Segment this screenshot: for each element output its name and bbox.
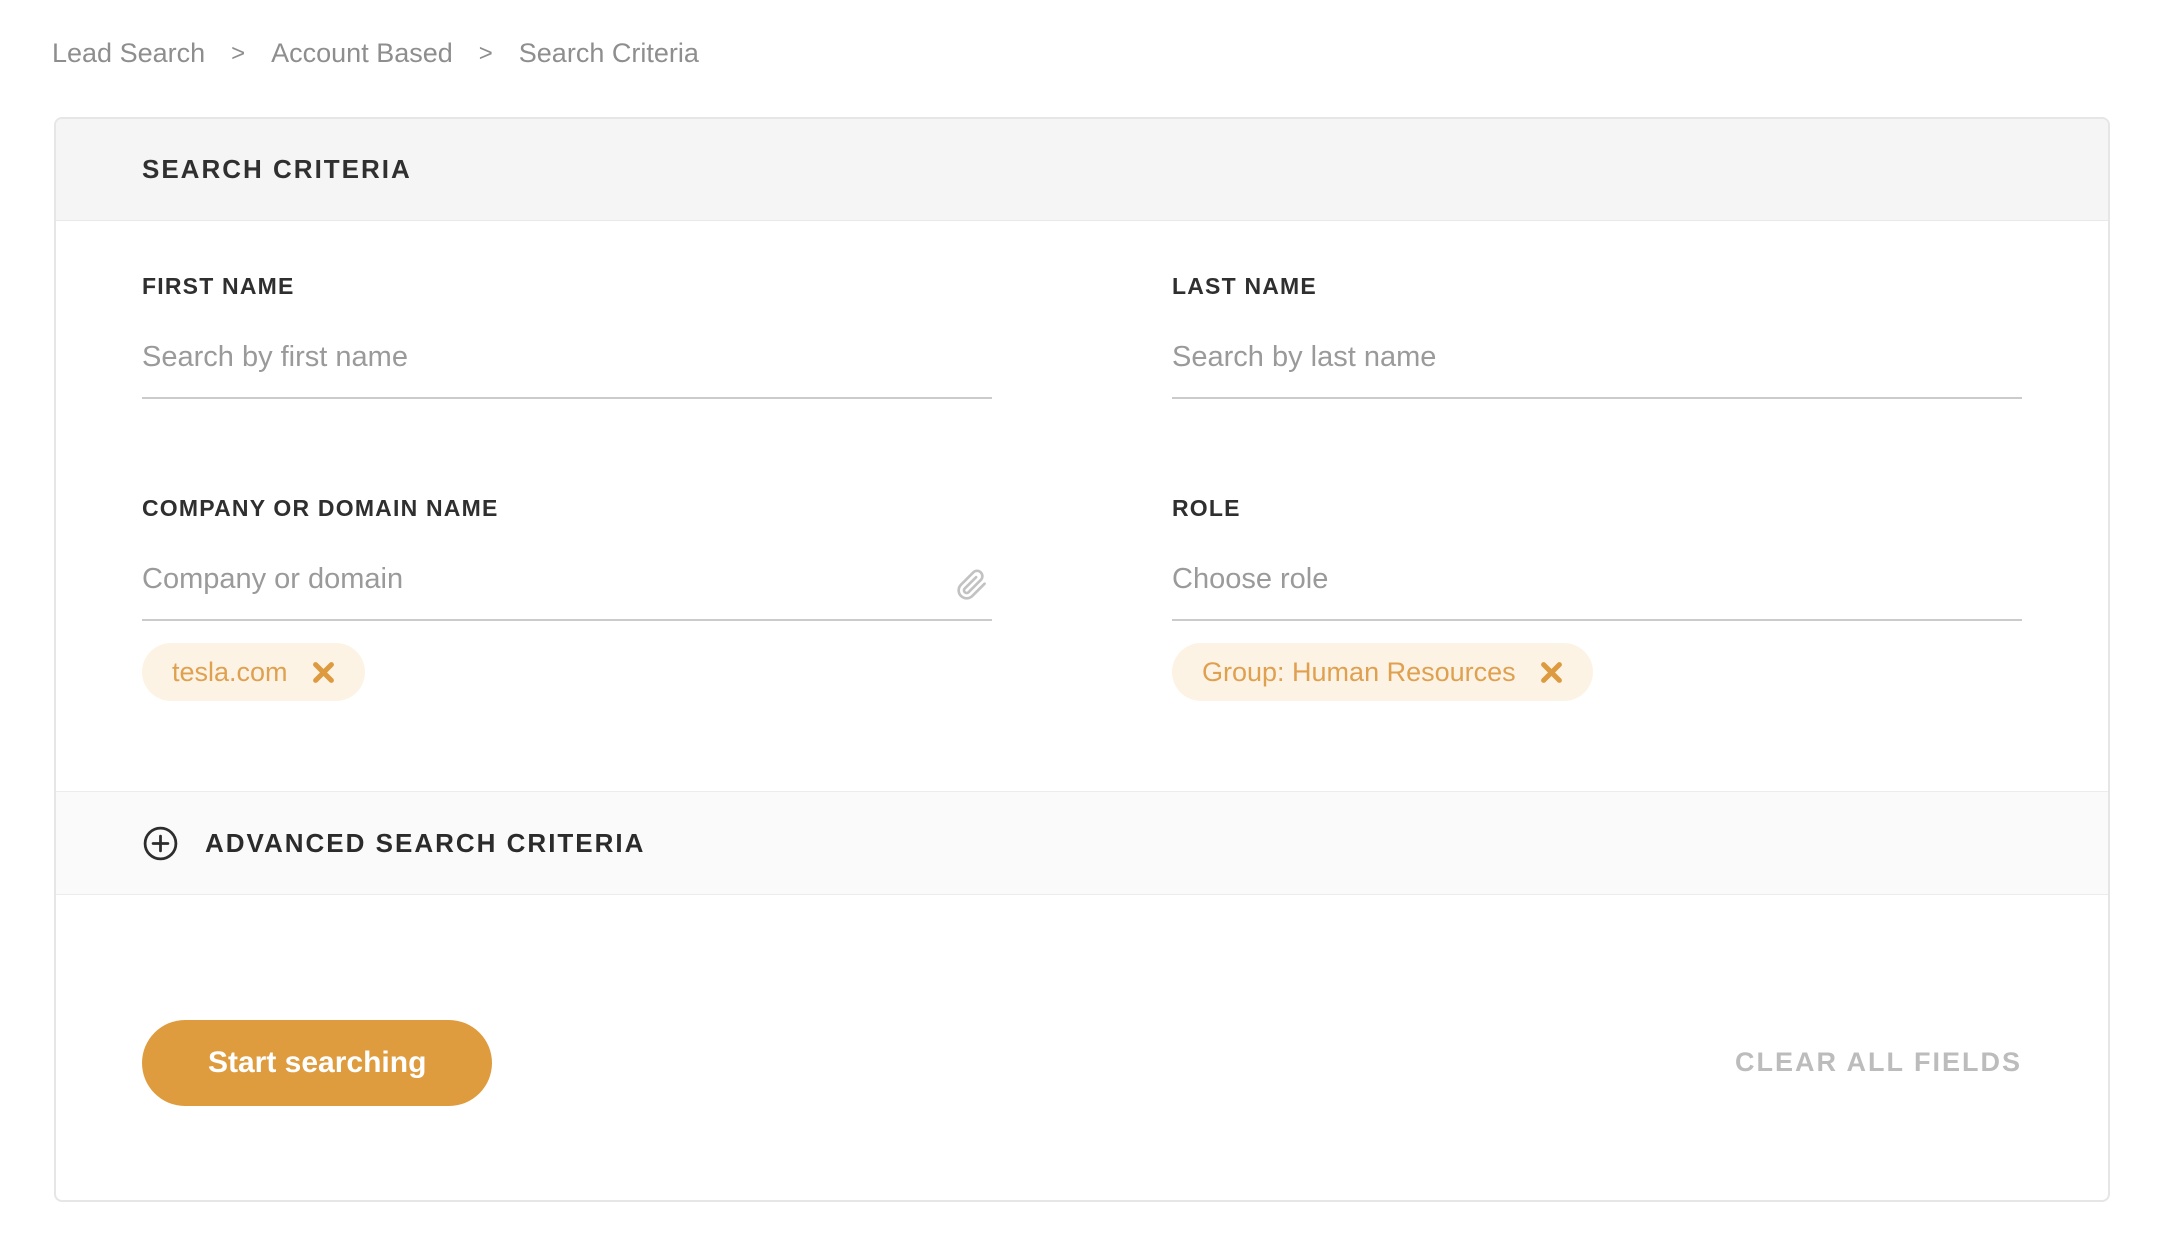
company-field-group: COMPANY OR DOMAIN NAME tesla.com (142, 495, 992, 701)
card-footer: Start searching CLEAR ALL FIELDS (56, 895, 2108, 1200)
company-input-wrap (142, 559, 992, 621)
clear-all-fields-button[interactable]: CLEAR ALL FIELDS (1735, 1047, 2022, 1078)
role-label: ROLE (1172, 495, 1241, 521)
close-icon[interactable] (310, 659, 337, 686)
advanced-search-criteria-toggle[interactable]: ADVANCED SEARCH CRITERIA (56, 791, 2108, 895)
breadcrumb-separator-icon: > (478, 39, 493, 67)
breadcrumb-lead-search[interactable]: Lead Search (52, 38, 205, 69)
first-name-label: FIRST NAME (142, 273, 295, 299)
breadcrumb-search-criteria: Search Criteria (518, 38, 699, 68)
chip-label: Group: Human Resources (1202, 656, 1516, 687)
start-searching-button[interactable]: Start searching (142, 1019, 493, 1106)
first-name-field-group: FIRST NAME (142, 273, 992, 399)
breadcrumb-separator-icon: > (231, 39, 246, 67)
chip-label: tesla.com (172, 656, 288, 687)
role-chips-row: Group: Human Resources (1172, 643, 2022, 701)
company-chip-tesla: tesla.com (142, 643, 365, 701)
last-name-input-wrap (1172, 337, 2022, 399)
role-field-group: ROLE Group: Human Resources (1172, 495, 2022, 701)
role-input-wrap (1172, 559, 2022, 621)
company-label: COMPANY OR DOMAIN NAME (142, 495, 499, 521)
first-name-input[interactable] (142, 337, 992, 377)
search-fields-section: FIRST NAME LAST NAME COMPANY OR DOMAIN N… (56, 221, 2108, 791)
last-name-input[interactable] (1172, 337, 2022, 377)
paperclip-icon[interactable] (956, 569, 988, 601)
card-header: SEARCH CRITERIA (56, 119, 2108, 221)
first-name-input-wrap (142, 337, 992, 399)
search-criteria-card: SEARCH CRITERIA FIRST NAME LAST NAME COM… (54, 117, 2110, 1202)
card-title: SEARCH CRITERIA (142, 154, 412, 184)
role-chip-human-resources: Group: Human Resources (1172, 643, 1593, 701)
advanced-search-criteria-label: ADVANCED SEARCH CRITERIA (205, 827, 646, 858)
breadcrumb-account-based[interactable]: Account Based (271, 38, 453, 69)
close-icon[interactable] (1538, 659, 1565, 686)
last-name-label: LAST NAME (1172, 273, 1317, 299)
company-chips-row: tesla.com (142, 643, 992, 701)
plus-circle-icon[interactable] (142, 825, 179, 862)
role-input[interactable] (1172, 559, 2022, 599)
company-input[interactable] (142, 559, 992, 599)
last-name-field-group: LAST NAME (1172, 273, 2022, 399)
breadcrumb: Lead Search > Account Based > Search Cri… (52, 38, 699, 69)
